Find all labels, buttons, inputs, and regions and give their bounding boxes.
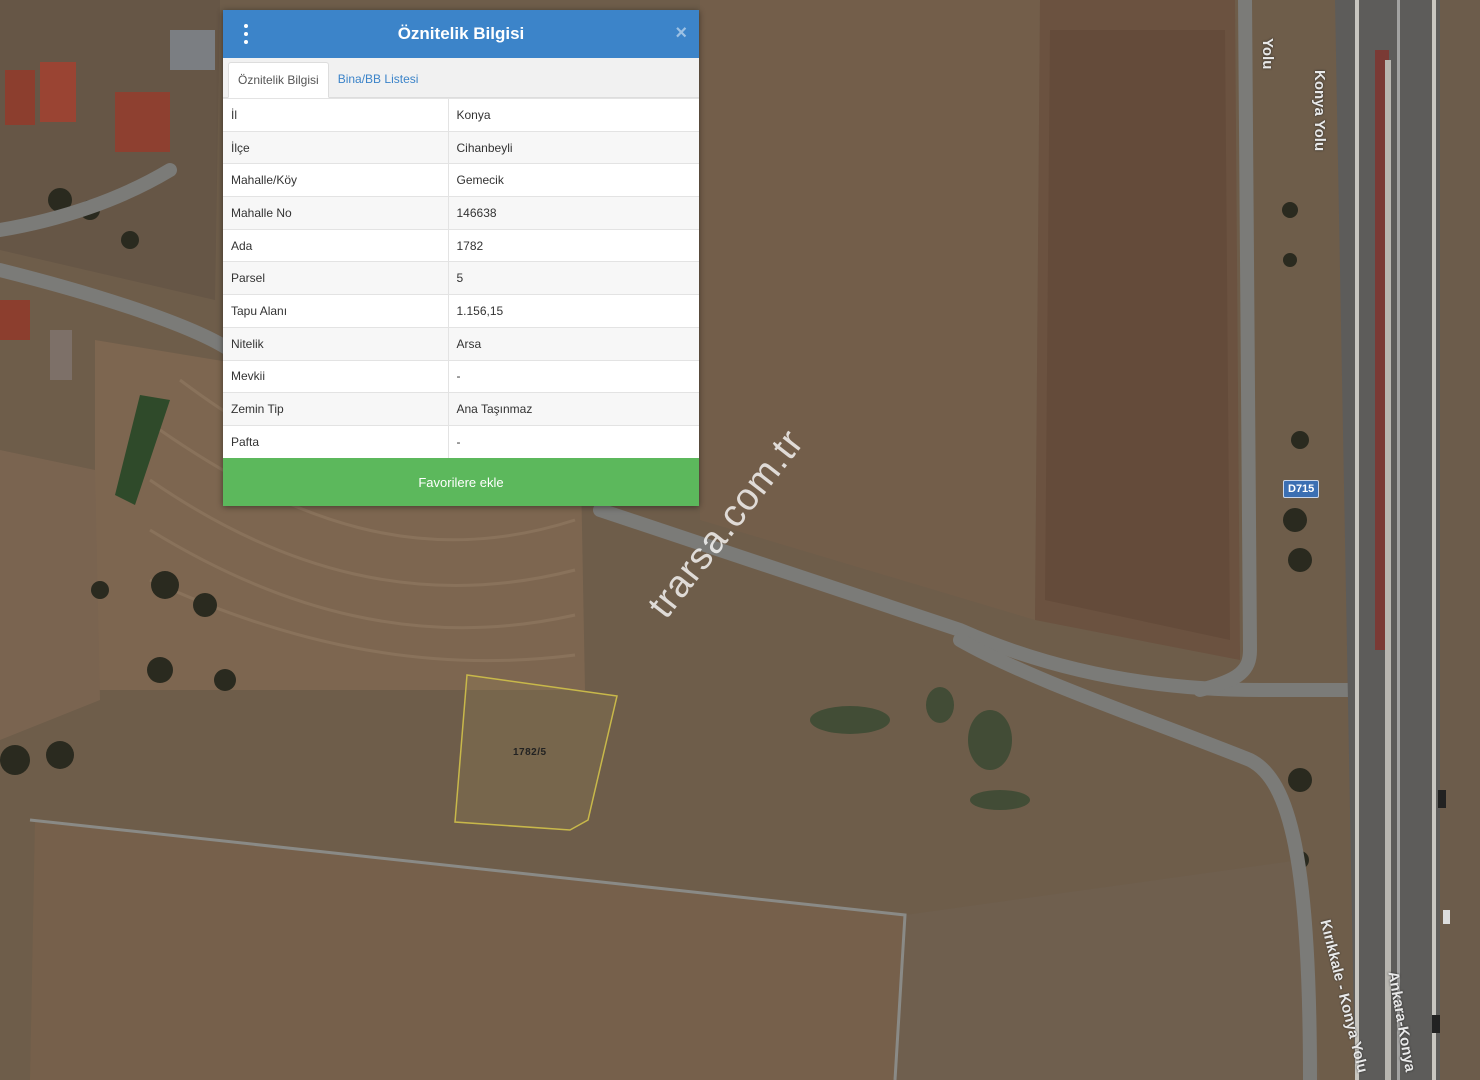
row-value: Ana Taşınmaz	[448, 392, 699, 426]
popup-header: Öznitelik Bilgisi ×	[223, 10, 699, 58]
table-row: Mahalle No 146638	[223, 196, 699, 230]
row-key: Mahalle No	[223, 196, 449, 230]
row-value: Arsa	[448, 326, 699, 360]
kebab-menu-icon[interactable]	[239, 24, 253, 44]
satellite-map[interactable]: 1782/5 D715 Konya Yolu Yolu Kırıkkale - …	[0, 0, 1480, 1080]
row-value: 1782	[448, 228, 699, 262]
tab-oznitelik-bilgisi[interactable]: Öznitelik Bilgisi	[228, 62, 329, 98]
table-row: Parsel 5	[223, 261, 699, 295]
row-key: Parsel	[223, 261, 449, 295]
table-row: Nitelik Arsa	[223, 326, 699, 360]
parcel-label[interactable]: 1782/5	[513, 747, 547, 758]
row-key: Mahalle/Köy	[223, 163, 449, 197]
row-value: 5	[448, 261, 699, 295]
tab-bina-bb-listesi[interactable]: Bina/BB Listesi	[329, 61, 428, 97]
row-value: Cihanbeyli	[448, 130, 699, 164]
row-key: Tapu Alanı	[223, 294, 449, 328]
row-value: -	[448, 424, 699, 459]
row-key: Ada	[223, 228, 449, 262]
row-key: İlçe	[223, 130, 449, 164]
table-row: İlçe Cihanbeyli	[223, 130, 699, 164]
attribute-popup: Öznitelik Bilgisi × Öznitelik Bilgisi Bi…	[223, 10, 699, 507]
table-row: Zemin Tip Ana Taşınmaz	[223, 392, 699, 426]
popup-tabs: Öznitelik Bilgisi Bina/BB Listesi	[223, 58, 699, 98]
road-label-konya-yolu: Konya Yolu	[1311, 70, 1328, 152]
road-label-yolu: Yolu	[1259, 38, 1276, 70]
row-value: Konya	[448, 98, 699, 132]
row-key: Mevkii	[223, 359, 449, 393]
table-row: Mevkii -	[223, 359, 699, 393]
row-value: 1.156,15	[448, 294, 699, 328]
row-value: -	[448, 359, 699, 393]
close-icon[interactable]: ×	[675, 23, 687, 43]
table-row: Mahalle/Köy Gemecik	[223, 163, 699, 197]
row-value: Gemecik	[448, 163, 699, 197]
table-row: Pafta -	[223, 424, 699, 459]
table-row: Ada 1782	[223, 228, 699, 262]
table-row: Tapu Alanı 1.156,15	[223, 294, 699, 328]
road-shield-d715: D715	[1283, 480, 1320, 498]
row-key: Pafta	[223, 424, 449, 459]
row-key: Zemin Tip	[223, 392, 449, 426]
row-key: Nitelik	[223, 326, 449, 360]
table-row: İl Konya	[223, 98, 699, 132]
attribute-table: İl Konya İlçe Cihanbeyli Mahalle/Köy Gemeci…	[223, 98, 699, 459]
add-to-favorites-button[interactable]: Favorilere ekle	[223, 458, 699, 507]
row-key: İl	[223, 98, 449, 132]
row-value: 146638	[448, 196, 699, 230]
popup-title: Öznitelik Bilgisi	[397, 24, 525, 43]
